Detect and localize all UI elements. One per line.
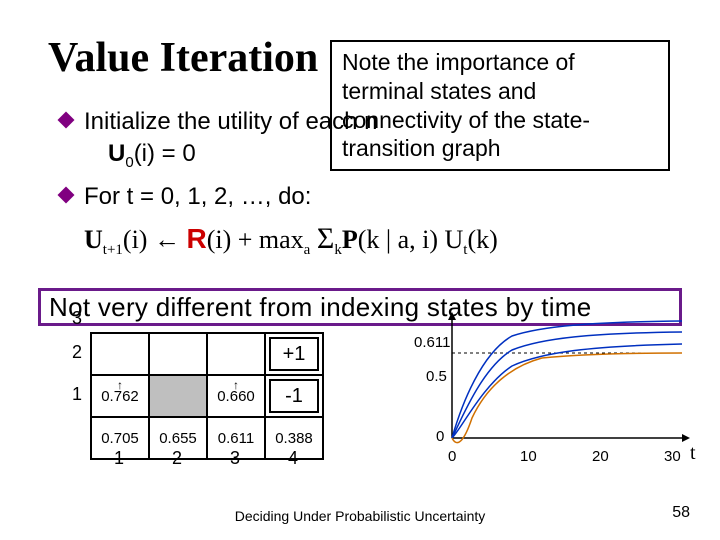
cell-wall [149, 375, 207, 417]
cell [149, 333, 207, 375]
table-row: 0.762↑ 0.660↑ -1 [91, 375, 323, 417]
xlabel-t: t [690, 442, 696, 465]
cell: 0.762↑ [91, 375, 149, 417]
row-label-1: 1 [72, 384, 82, 405]
sub-a: a [304, 242, 311, 258]
cell [207, 333, 265, 375]
formula: Ut+1(i) ← R(i) + maxa ΣkP(k | a, i) Ut(k… [84, 222, 680, 259]
sub-k: k [334, 242, 342, 258]
convergence-chart: 0.611 0.5 0 0 10 20 30 t [432, 308, 692, 468]
xtick-0: 0 [448, 448, 456, 465]
p-sym: P [342, 225, 358, 254]
ytick-0: 0 [436, 428, 444, 445]
row-label-2: 2 [72, 342, 82, 363]
chart-svg [432, 308, 692, 468]
sigma-icon: Σ [317, 222, 334, 255]
bullet-1-line: Initialize the utility of each n [84, 108, 378, 135]
bullet-list: Initialize the utility of each n U0(i) =… [60, 106, 680, 259]
bullet-2: For t = 0, 1, 2, …, do: [60, 181, 680, 213]
ytick-05: 0.5 [426, 368, 447, 385]
bullet-1-sub: U0(i) = 0 [108, 140, 196, 167]
r-sym: R [186, 223, 206, 254]
bullet-1: Initialize the utility of each n U0(i) =… [60, 106, 680, 173]
page-number: 58 [672, 504, 690, 522]
formula-rest: (i) + max [207, 225, 304, 254]
col-label-1: 1 [114, 448, 124, 469]
row-label-3: 3 [72, 308, 82, 329]
bullet-icon [58, 187, 75, 204]
cell-goal: +1 [265, 333, 323, 375]
sub-t1: t+1 [103, 242, 123, 258]
col-label-4: 4 [288, 448, 298, 469]
col-label-2: 2 [172, 448, 182, 469]
cell-pit: -1 [265, 375, 323, 417]
formula-tail: (k | a, i) U [358, 225, 464, 254]
xtick-20: 20 [592, 448, 609, 465]
annotation-0611: 0.611 [414, 334, 450, 351]
xtick-30: 30 [664, 448, 681, 465]
slide-footer: Deciding Under Probabilistic Uncertainty [0, 508, 720, 524]
table-row: +1 [91, 333, 323, 375]
arrow: ← [154, 225, 187, 254]
bullet-1-text: Initialize the utility of each n U0(i) =… [84, 106, 680, 173]
bullet-icon [58, 112, 75, 129]
u-sym: U [108, 140, 125, 167]
formula-tail2: (k) [467, 225, 497, 254]
sub-tail: (i) = 0 [134, 140, 196, 167]
bullet-2-text: For t = 0, 1, 2, …, do: [84, 181, 680, 213]
u-sym: U [84, 225, 103, 254]
grid-table: +1 0.762↑ 0.660↑ -1 0.705 0.655 0.611 0.… [90, 332, 324, 460]
up-arrow-icon: ↑ [117, 378, 123, 392]
slide-title: Value Iteration [48, 34, 318, 82]
cell [91, 333, 149, 375]
col-label-3: 3 [230, 448, 240, 469]
up-arrow-icon: ↑ [233, 378, 239, 392]
xtick-10: 10 [520, 448, 537, 465]
cell: 0.660↑ [207, 375, 265, 417]
sub-zero: 0 [125, 154, 133, 171]
